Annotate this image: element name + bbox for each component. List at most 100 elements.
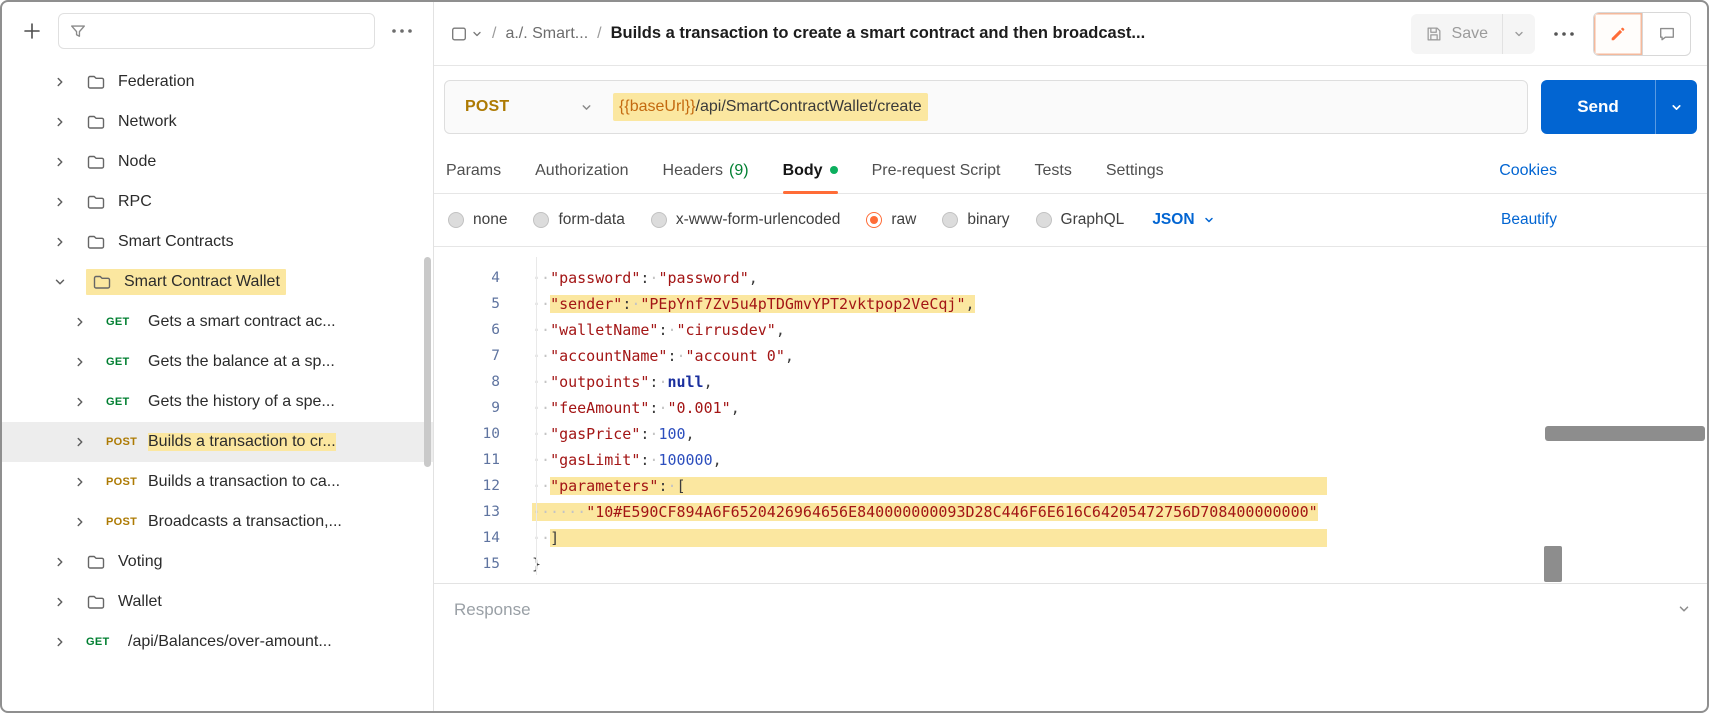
chevron-right-icon[interactable] [50,635,70,649]
sidebar-item-builds-a-transaction-to-cr[interactable]: POST Builds a transaction to cr... [2,422,433,462]
chevron-down-icon[interactable] [50,275,70,289]
chevron-right-icon[interactable] [50,595,70,609]
body-type-x-www-form-urlencoded[interactable]: x-www-form-urlencoded [650,211,841,229]
chevron-right-icon[interactable] [70,355,90,369]
chevron-right-icon[interactable] [70,395,90,409]
editor-horizontal-scrollbar-thumb[interactable] [1545,426,1705,441]
code-line-12[interactable]: ··"parameters":·[ [532,473,1707,499]
body-type-binary[interactable]: binary [942,211,1010,229]
comment-icon [1659,27,1674,40]
chevron-right-icon[interactable] [50,75,70,89]
code-line-8[interactable]: ··"outpoints":·null, [532,369,1707,395]
sidebar-scrollbar[interactable] [424,257,431,467]
request-more-button[interactable] [1553,31,1575,37]
sidebar-item-gets-the-history-of-a-spe[interactable]: GET Gets the history of a spe... [2,382,433,422]
chevron-right-icon[interactable] [70,475,90,489]
comments-button[interactable] [1642,12,1690,55]
chevron-right-icon[interactable] [50,555,70,569]
sidebar-item-voting[interactable]: Voting [2,542,433,582]
save-button[interactable]: Save [1411,14,1502,54]
tab-headers[interactable]: Headers (9) [663,148,749,193]
code-line-5[interactable]: ··"sender":·"PEpYnf7Zv5u4pTDGmvYPT2vktpo… [532,291,1707,317]
url-bar: POST {{baseUrl}}/api/SmartContractWallet… [444,80,1528,134]
chevron-right-icon[interactable] [70,315,90,329]
sidebar-item-network[interactable]: Network [2,102,433,142]
chevron-right-icon[interactable] [70,515,90,529]
tab-params[interactable]: Params [446,148,501,193]
breadcrumb[interactable]: a./. Smart... [505,25,588,43]
chevron-right-icon[interactable] [50,115,70,129]
code-line-13[interactable]: ······"10#E590CF894A6F6520426964656E8400… [532,499,1707,525]
send-options-caret[interactable] [1655,80,1697,134]
code-line-10[interactable]: ··"gasPrice":·100, [532,421,1707,447]
body-type-graphql[interactable]: GraphQL [1035,211,1124,229]
method-badge: GET [106,396,130,408]
body-type-raw[interactable]: raw [866,211,916,229]
sidebar-item-rpc[interactable]: RPC [2,182,433,222]
tab-label: Settings [1105,161,1164,179]
tab-label: Headers [662,161,723,179]
url-input[interactable]: {{baseUrl}}/api/SmartContractWallet/crea… [613,93,1527,121]
sidebar-item-node[interactable]: Node [2,142,433,182]
body-type-form-data[interactable]: form-data [533,211,625,229]
save-options-caret[interactable] [1502,13,1535,54]
line-number: 13 [482,504,500,520]
sidebar-item-gets-the-balance-at-a-sp[interactable]: GET Gets the balance at a sp... [2,342,433,382]
code-line-9[interactable]: ··"feeAmount":·"0.001", [532,395,1707,421]
tab-body[interactable]: Body [782,148,838,194]
editor-code[interactable]: ··"password":·"password", ··"sender":·"PE… [520,265,1707,583]
sidebar-item-smart-contract-wallet[interactable]: Smart Contract Wallet [2,262,433,302]
code-line-14[interactable]: ··] [532,525,1707,551]
sidebar-item-federation[interactable]: Federation [2,62,433,102]
sidebar-item-smart-contracts[interactable]: Smart Contracts [2,222,433,262]
chevron-right-icon[interactable] [50,155,70,169]
page-title: Builds a transaction to create a smart c… [610,24,1146,42]
tab-label: Authorization [535,161,629,179]
sidebar-item-gets-a-smart-contract-ac[interactable]: GET Gets a smart contract ac... [2,302,433,342]
sidebar-item-builds-a-transaction-to-ca[interactable]: POST Builds a transaction to ca... [2,462,433,502]
sidebar-item-wallet[interactable]: Wallet [2,582,433,622]
sidebar-item-label: Voting [118,553,163,570]
tab-tests[interactable]: Tests [1035,148,1072,193]
tab-settings[interactable]: Settings [1106,148,1164,193]
code-line-7[interactable]: ··"accountName":·"account 0", [532,343,1707,369]
beautify-link[interactable]: Beautify [1501,211,1557,229]
edit-button[interactable] [1594,12,1642,55]
add-new-button[interactable] [18,17,46,45]
response-expand-caret[interactable] [1677,602,1691,616]
cookies-link[interactable]: Cookies [1499,162,1557,180]
sidebar-search-input[interactable] [58,13,375,49]
folder-icon [86,592,106,612]
language-select[interactable]: JSON [1152,211,1214,229]
line-number: 15 [482,556,500,572]
sidebar-more-button[interactable] [387,28,417,34]
topbar-actions: Save [1410,11,1691,56]
chevron-down-icon [582,104,591,110]
folder-icon [86,232,106,252]
request-type-button[interactable] [450,25,483,43]
chevron-right-icon[interactable] [50,235,70,249]
tab-authorization[interactable]: Authorization [535,148,628,193]
body-editor[interactable]: 4 5 6 7 8 9 10 11 12 13 14 15 ··"password":·"passwo… [434,246,1707,584]
code-line-6[interactable]: ··"walletName":·"cirrusdev", [532,317,1707,343]
more-icon [1554,31,1574,36]
method-select[interactable]: POST [445,98,613,116]
radio-label: x-www-form-urlencoded [675,211,841,228]
send-button[interactable]: Send [1541,80,1697,134]
sidebar-item-label: Gets the history of a spe... [148,393,335,410]
tab-label: Body [782,161,823,179]
chevron-right-icon[interactable] [50,195,70,209]
plus-icon [24,23,40,39]
sidebar-item-api-balances-over-amount[interactable]: GET/api/Balances/over-amount... [2,622,433,662]
editor-scrollbar-thumb[interactable] [1544,546,1562,582]
body-type-none[interactable]: none [448,211,507,229]
sidebar-item-label: Smart Contract Wallet [124,273,280,290]
sidebar-item-broadcasts-a-transaction[interactable]: POST Broadcasts a transaction,... [2,502,433,542]
code-line-11[interactable]: ··"gasLimit":·100000, [532,447,1707,473]
chevron-right-icon[interactable] [70,435,90,449]
line-number: 12 [482,478,500,494]
tab-pre-request-script[interactable]: Pre-request Script [872,148,1001,193]
save-button-group: Save [1410,13,1535,54]
code-line-15[interactable]: } [532,551,1707,577]
code-line-4[interactable]: ··"password":·"password", [532,265,1707,291]
